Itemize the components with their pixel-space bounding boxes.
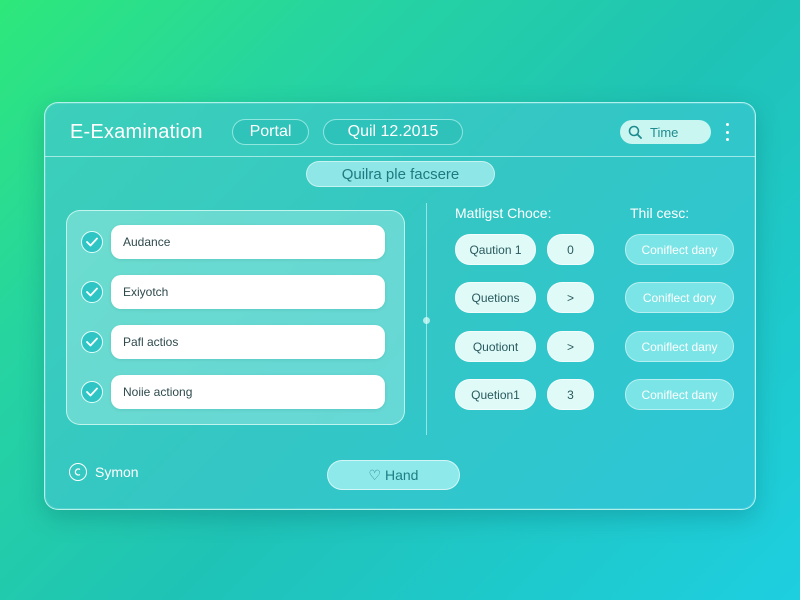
conflict-button[interactable]: Coniflect dory (625, 282, 734, 313)
option-field[interactable]: Pafl actios (111, 325, 385, 359)
question-button[interactable]: Qaution 1 (455, 234, 536, 265)
conflict-button[interactable]: Coniflect dany (625, 234, 734, 265)
question-value[interactable]: > (547, 282, 594, 313)
search-icon (628, 125, 642, 139)
question-button[interactable]: Quetions (455, 282, 536, 313)
checkmark-icon[interactable] (81, 281, 103, 303)
conflict-button[interactable]: Coniflect dany (625, 331, 734, 362)
symbol-link[interactable]: Symon (69, 463, 139, 481)
option-field[interactable]: Noiie actiong (111, 375, 385, 409)
options-panel: Audance Exiyotch Pafl actios Noiie actio… (66, 210, 405, 425)
option-field[interactable]: Audance (111, 225, 385, 259)
symbol-label: Symon (95, 464, 139, 480)
option-row[interactable]: Pafl actios (79, 325, 385, 359)
kebab-menu-icon[interactable] (721, 123, 733, 141)
window-header: E-Examination Portal Quil 12.2015 Time (45, 103, 755, 157)
option-field[interactable]: Exiyotch (111, 275, 385, 309)
checkmark-icon[interactable] (81, 231, 103, 253)
question-button[interactable]: Quotiont (455, 331, 536, 362)
option-row[interactable]: Exiyotch (79, 275, 385, 309)
time-search-button[interactable]: Time (620, 120, 711, 144)
checkmark-icon[interactable] (81, 331, 103, 353)
question-button[interactable]: Quetion1 (455, 379, 536, 410)
question-value[interactable]: 0 (547, 234, 594, 265)
checkmark-icon[interactable] (81, 381, 103, 403)
option-row[interactable]: Noiie actiong (79, 375, 385, 409)
option-row[interactable]: Audance (79, 225, 385, 259)
multiple-choice-heading: Matligst Choce: (455, 205, 552, 221)
circle-icon (69, 463, 87, 481)
date-badge: Quil 12.2015 (323, 119, 463, 145)
third-column-heading: Thil cesc: (630, 205, 690, 221)
hand-button[interactable]: ♡ Hand (327, 460, 460, 490)
section-subtitle: Quilra ple facsere (306, 161, 495, 187)
question-value[interactable]: 3 (547, 379, 594, 410)
portal-tab[interactable]: Portal (232, 119, 309, 145)
time-button-label: Time (650, 124, 679, 140)
divider-handle[interactable] (423, 317, 430, 324)
question-value[interactable]: > (547, 331, 594, 362)
conflict-button[interactable]: Coniflect dany (625, 379, 734, 410)
exam-window: E-Examination Portal Quil 12.2015 Time Q… (44, 102, 756, 510)
app-title: E-Examination (70, 121, 203, 143)
